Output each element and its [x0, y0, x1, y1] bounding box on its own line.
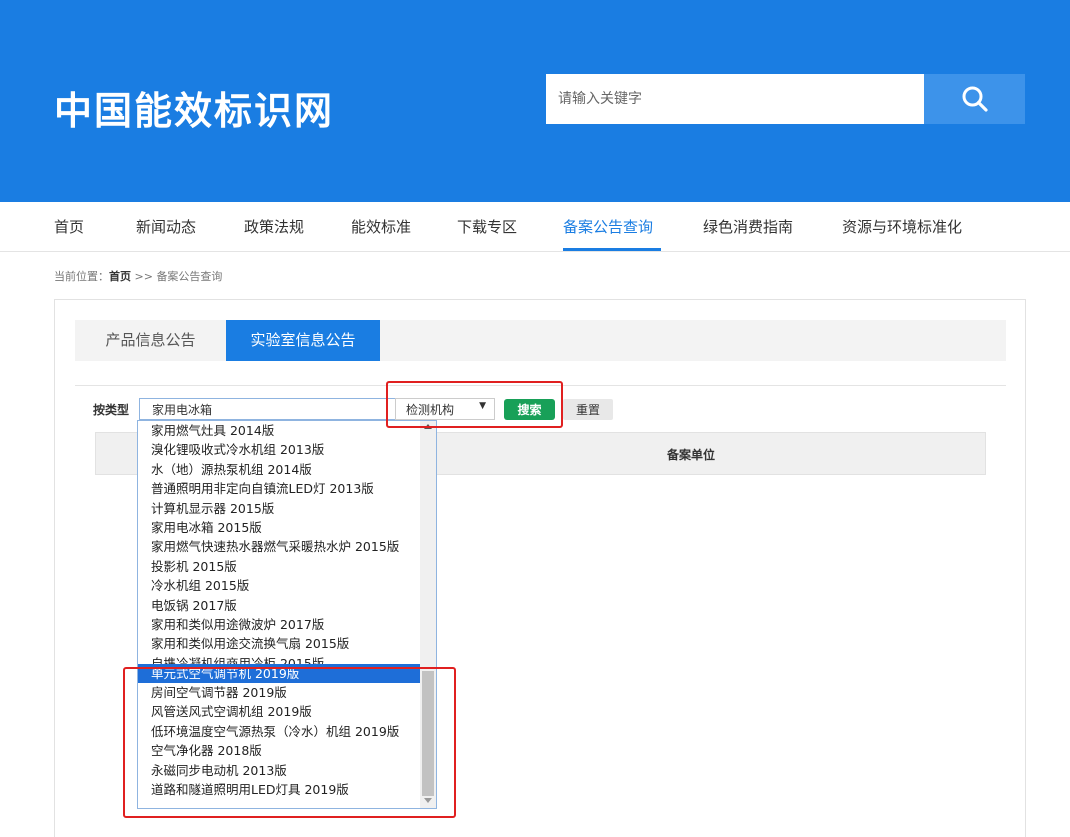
nav-downloads[interactable]: 下载专区	[457, 216, 517, 237]
breadcrumb-current: 备案公告查询	[156, 270, 223, 283]
filter-reset-button[interactable]: 重置	[563, 399, 613, 420]
dropdown-option[interactable]: 家用和类似用途微波炉 2017版	[138, 615, 436, 634]
type-select-value: 家用电冰箱	[152, 403, 213, 417]
dropdown-option[interactable]: 家用电冰箱 2015版	[138, 518, 436, 537]
nav-policy[interactable]: 政策法规	[244, 216, 304, 237]
nav-filing-query[interactable]: 备案公告查询	[563, 216, 653, 237]
dropdown-option[interactable]: 家用燃气灶具 2014版	[138, 421, 436, 440]
search-input[interactable]	[546, 74, 924, 124]
breadcrumb-separator: >>	[131, 270, 157, 283]
search-icon	[962, 86, 988, 112]
site-header: 中国能效标识网	[0, 0, 1070, 202]
dropdown-option[interactable]: 永磁同步电动机 2013版	[138, 761, 436, 780]
column-header-unit: 备案单位	[667, 448, 716, 462]
org-select[interactable]: 检测机构 ▼	[395, 398, 495, 420]
dropdown-option[interactable]: 低环境温度空气源热泵（冷水）机组 2019版	[138, 722, 436, 741]
nav-resources[interactable]: 资源与环境标准化	[842, 216, 962, 237]
dropdown-option[interactable]: 计算机显示器 2015版	[138, 499, 436, 518]
tab-product-info[interactable]: 产品信息公告	[75, 320, 226, 361]
scroll-down-arrow-icon[interactable]	[424, 798, 432, 803]
scroll-up-arrow-icon[interactable]	[424, 424, 432, 429]
dropdown-option[interactable]: 投影机 2015版	[138, 557, 436, 576]
type-dropdown-list[interactable]: 家用燃气灶具 2014版 溴化锂吸收式冷水机组 2013版 水（地）源热泵机组 …	[137, 420, 437, 809]
dropdown-arrow-icon: ▼	[479, 401, 486, 411]
dropdown-option[interactable]: 房间空气调节器 2019版	[138, 683, 436, 702]
tab-lab-info[interactable]: 实验室信息公告	[226, 320, 380, 361]
nav-active-indicator	[563, 248, 661, 251]
breadcrumb-home[interactable]: 首页	[109, 270, 131, 283]
dropdown-option[interactable]: 普通照明用非定向自镇流LED灯 2013版	[138, 479, 436, 498]
dropdown-option[interactable]: 家用和类似用途交流换气扇 2015版	[138, 634, 436, 653]
scrollbar-thumb[interactable]	[422, 671, 434, 796]
breadcrumb-prefix: 当前位置：	[54, 270, 109, 283]
dropdown-option[interactable]: 冷水机组 2015版	[138, 576, 436, 595]
divider	[75, 385, 1006, 386]
dropdown-option[interactable]: 电饭锅 2017版	[138, 596, 436, 615]
type-select[interactable]: 家用电冰箱 ▼	[139, 398, 438, 420]
nav-standards[interactable]: 能效标准	[351, 216, 411, 237]
org-select-value: 检测机构	[406, 403, 455, 417]
dropdown-option[interactable]: 溴化锂吸收式冷水机组 2013版	[138, 440, 436, 459]
filter-type-label: 按类型	[93, 403, 130, 417]
search-button[interactable]	[924, 74, 1025, 124]
dropdown-scrollbar[interactable]	[420, 421, 436, 808]
dropdown-option[interactable]: 自携冷凝机组商用冷柜 2015版	[138, 654, 436, 664]
filter-search-button[interactable]: 搜索	[504, 399, 555, 420]
dropdown-option[interactable]: 水（地）源热泵机组 2014版	[138, 460, 436, 479]
breadcrumb: 当前位置：首页 >> 备案公告查询	[54, 268, 222, 284]
dropdown-option[interactable]: 风管送风式空调机组 2019版	[138, 702, 436, 721]
dropdown-option[interactable]: 家用燃气快速热水器燃气采暖热水炉 2015版	[138, 537, 436, 556]
main-nav: 首页 新闻动态 政策法规 能效标准 下载专区 备案公告查询 绿色消费指南 资源与…	[0, 202, 1070, 252]
nav-home[interactable]: 首页	[54, 216, 84, 237]
site-logo[interactable]: 中国能效标识网	[54, 80, 334, 135]
tab-bar: 产品信息公告 实验室信息公告	[75, 320, 1006, 361]
dropdown-option-selected[interactable]: 单元式空气调节机 2019版	[138, 663, 436, 684]
nav-news[interactable]: 新闻动态	[136, 216, 196, 237]
dropdown-option[interactable]: 道路和隧道照明用LED灯具 2019版	[138, 780, 436, 799]
nav-green-guide[interactable]: 绿色消费指南	[703, 216, 793, 237]
dropdown-option[interactable]: 空气净化器 2018版	[138, 741, 436, 760]
